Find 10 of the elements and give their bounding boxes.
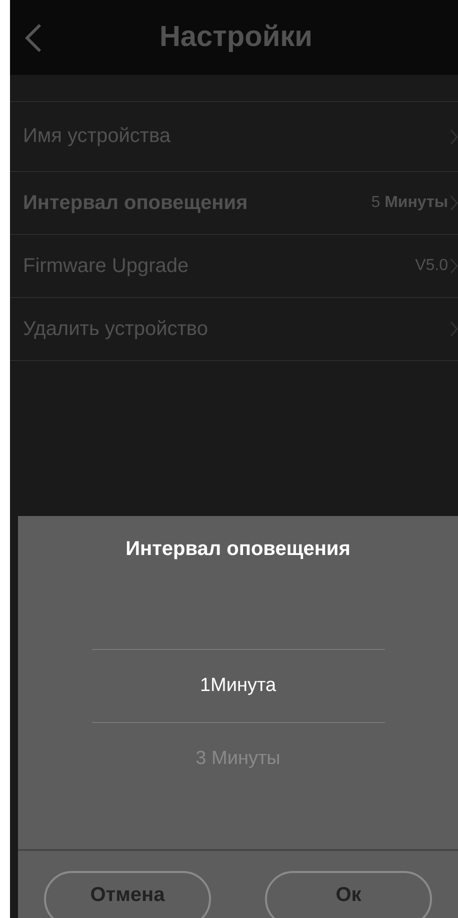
cancel-button[interactable]: Отмена: [44, 871, 211, 918]
chevron-icon: [450, 128, 458, 144]
chevron-icon: [450, 258, 458, 274]
chevron-icon: [450, 195, 458, 211]
chevron-icon: [450, 321, 458, 337]
ok-button[interactable]: Ок: [265, 871, 432, 918]
picker-option[interactable]: 1Минута: [92, 649, 384, 723]
page-title: Настройки: [158, 21, 314, 54]
back-icon[interactable]: [24, 22, 42, 52]
dialog-title: Интервал оповещения: [126, 538, 350, 561]
